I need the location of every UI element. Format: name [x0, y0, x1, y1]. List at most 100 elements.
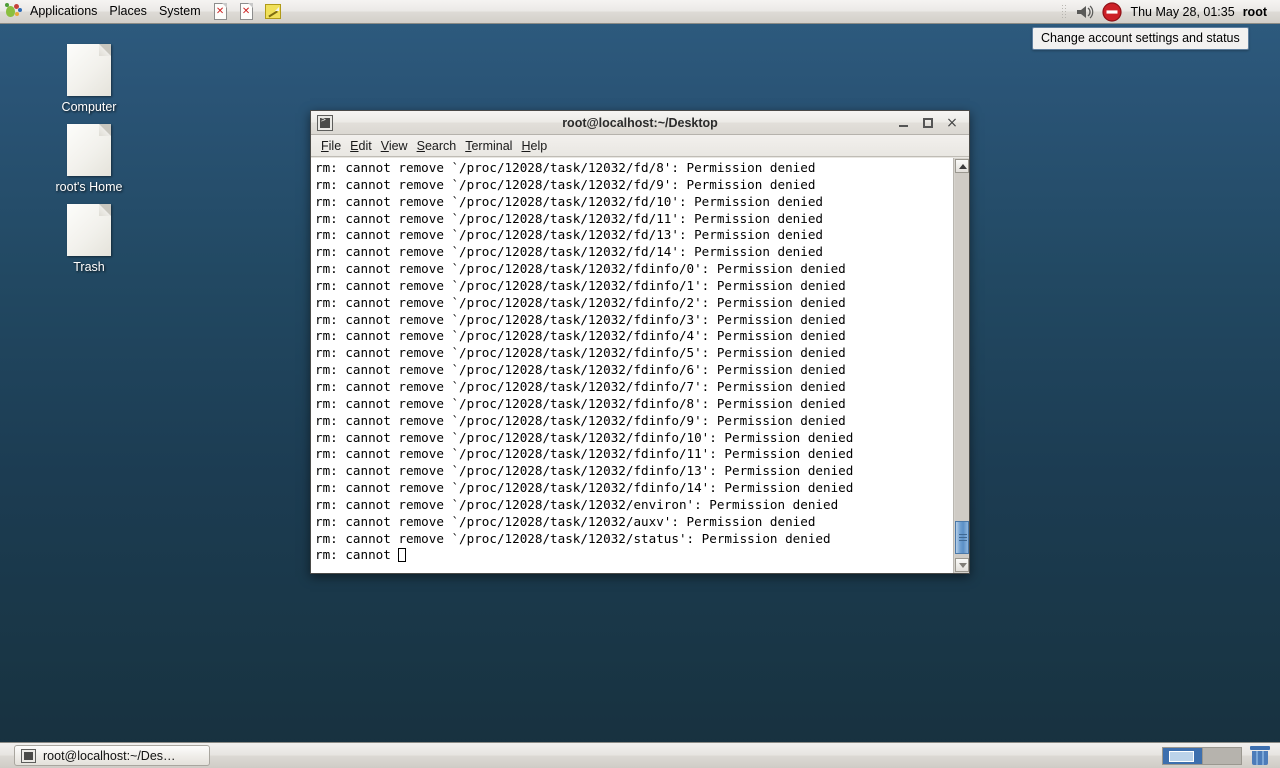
menu-system[interactable]: System: [154, 1, 208, 22]
workspace-1[interactable]: [1163, 747, 1202, 764]
clock[interactable]: Thu May 28, 01:35: [1122, 5, 1242, 19]
menu-applications[interactable]: Applications: [25, 1, 104, 22]
document-icon: [67, 204, 111, 256]
taskbar-item-label: root@localhost:~/Des…: [43, 748, 176, 763]
scroll-down-button[interactable]: [955, 558, 969, 572]
menu-rest: elp: [530, 138, 548, 153]
notepad-pencil-icon: [264, 3, 281, 19]
minimize-button[interactable]: [897, 116, 911, 130]
terminal-line: rm: cannot remove `/proc/12028/task/1203…: [315, 412, 846, 428]
scrollbar-track-upper[interactable]: [955, 173, 969, 521]
terminal-cursor: [398, 548, 407, 563]
desktop-icon-computer[interactable]: Computer: [41, 44, 137, 115]
trash-icon[interactable]: [1250, 746, 1270, 765]
panel-drag-handle[interactable]: [1061, 3, 1069, 20]
busy-status-icon[interactable]: [1102, 1, 1123, 22]
menu-help[interactable]: Help: [521, 137, 556, 155]
top-panel: Applications Places System ✕ ✕ Thu May 2…: [0, 0, 1280, 24]
user-menu[interactable]: root: [1243, 5, 1271, 19]
terminal-body[interactable]: rm: cannot remove `/proc/12028/task/1203…: [311, 158, 969, 573]
broken-document-launcher-1[interactable]: ✕: [210, 2, 232, 22]
terminal-line: rm: cannot remove `/proc/12028/task/1203…: [315, 244, 823, 260]
desktop-icon-label: Trash: [73, 260, 105, 274]
menu-rest: earch: [424, 138, 457, 153]
terminal-menu-bar: File Edit View Search Terminal Help: [311, 135, 969, 157]
terminal-scrollbar[interactable]: [953, 158, 969, 573]
window-thumbnail: [1169, 750, 1194, 762]
terminal-prompt-line: rm: cannot: [315, 547, 953, 564]
terminal-line: rm: cannot remove `/proc/12028/task/1203…: [315, 311, 846, 327]
broken-document-launcher-2[interactable]: ✕: [236, 2, 258, 22]
text-editor-launcher[interactable]: [262, 2, 284, 22]
terminal-icon: [21, 748, 36, 763]
menu-search[interactable]: Search: [417, 137, 466, 155]
menu-mnemonic: F: [321, 138, 329, 153]
desktop-icon-label: root's Home: [55, 180, 123, 194]
workspace-2[interactable]: [1202, 747, 1241, 764]
grip-icon: [959, 534, 967, 541]
terminal-output[interactable]: rm: cannot remove `/proc/12028/task/1203…: [311, 158, 953, 573]
document-icon: [67, 44, 111, 96]
terminal-line: rm: cannot remove `/proc/12028/task/1203…: [315, 429, 854, 445]
scrollbar-thumb[interactable]: [955, 521, 969, 554]
menu-file[interactable]: File: [321, 137, 350, 155]
window-title: root@localhost:~/Desktop: [562, 115, 718, 130]
terminal-line: rm: cannot remove `/proc/12028/task/1203…: [315, 395, 846, 411]
terminal-line: rm: cannot remove `/proc/12028/task/1203…: [315, 176, 816, 192]
trash-lid: [1250, 746, 1270, 750]
terminal-window[interactable]: root@localhost:~/Desktop × File Edit Vie…: [310, 110, 970, 574]
taskbar-item-terminal[interactable]: root@localhost:~/Des…: [14, 745, 210, 766]
terminal-line: rm: cannot remove `/proc/12028/task/1203…: [315, 480, 854, 496]
gnome-foot-icon: [3, 2, 25, 22]
terminal-line: rm: cannot remove `/proc/12028/task/1203…: [315, 227, 823, 243]
menu-mnemonic: V: [380, 138, 389, 153]
terminal-line: rm: cannot remove `/proc/12028/task/1203…: [315, 210, 823, 226]
workspace-switcher[interactable]: [1162, 746, 1242, 765]
menu-mnemonic: E: [350, 138, 359, 153]
terminal-line: rm: cannot remove `/proc/12028/task/1203…: [315, 294, 846, 310]
desktop-icon-label: Computer: [61, 100, 117, 114]
red-x-icon: ✕: [215, 5, 225, 17]
menu-edit[interactable]: Edit: [350, 137, 381, 155]
menu-mnemonic: H: [521, 138, 531, 153]
document-icon: [67, 124, 111, 176]
menu-rest: iew: [388, 138, 408, 153]
terminal-line: rm: cannot remove `/proc/12028/task/1203…: [315, 378, 846, 394]
menu-mnemonic: S: [416, 138, 425, 153]
terminal-line: rm: cannot remove `/proc/12028/task/1203…: [315, 463, 854, 479]
scroll-up-button[interactable]: [955, 159, 969, 173]
menu-rest: dit: [358, 138, 372, 153]
menu-terminal[interactable]: Terminal: [465, 137, 521, 155]
terminal-line: rm: cannot remove `/proc/12028/task/1203…: [315, 160, 816, 175]
close-button[interactable]: ×: [945, 116, 959, 130]
terminal-icon: [317, 114, 333, 131]
window-controls: ×: [897, 116, 965, 130]
desktop-screen: Applications Places System ✕ ✕ Thu May 2…: [0, 0, 1280, 768]
chevron-up-icon: [959, 164, 967, 169]
speaker-icon[interactable]: [1074, 3, 1096, 21]
menu-rest: ile: [328, 138, 342, 153]
terminal-line: rm: cannot remove `/proc/12028/task/1203…: [315, 261, 846, 277]
terminal-line: rm: cannot remove `/proc/12028/task/1203…: [315, 446, 854, 462]
window-title-bar[interactable]: root@localhost:~/Desktop ×: [311, 111, 969, 135]
menu-rest: erminal: [471, 138, 513, 153]
top-panel-status-area: Thu May 28, 01:35 root: [1061, 1, 1280, 22]
bottom-panel: root@localhost:~/Des…: [0, 742, 1280, 768]
desktop-icon-trash[interactable]: Trash: [41, 204, 137, 275]
maximize-button[interactable]: [921, 116, 935, 130]
terminal-line: rm: cannot remove `/proc/12028/task/1203…: [315, 193, 823, 209]
desktop-icon-roots-home[interactable]: root's Home: [41, 124, 137, 195]
terminal-line: rm: cannot remove `/proc/12028/task/1203…: [315, 496, 839, 512]
terminal-line: rm: cannot remove `/proc/12028/task/1203…: [315, 328, 846, 344]
menu-places[interactable]: Places: [104, 1, 154, 22]
terminal-line: rm: cannot remove `/proc/12028/task/1203…: [315, 362, 846, 378]
terminal-line: rm: cannot remove `/proc/12028/task/1203…: [315, 513, 816, 529]
account-tooltip: Change account settings and status: [1032, 27, 1249, 50]
bottom-panel-right: [1162, 746, 1280, 765]
chevron-down-icon: [959, 563, 967, 568]
terminal-line: rm: cannot remove `/proc/12028/task/1203…: [315, 530, 831, 546]
trash-body: [1252, 751, 1268, 765]
menu-view[interactable]: View: [381, 137, 417, 155]
terminal-line: rm: cannot remove `/proc/12028/task/1203…: [315, 345, 846, 361]
terminal-line: rm: cannot remove `/proc/12028/task/1203…: [315, 277, 846, 293]
